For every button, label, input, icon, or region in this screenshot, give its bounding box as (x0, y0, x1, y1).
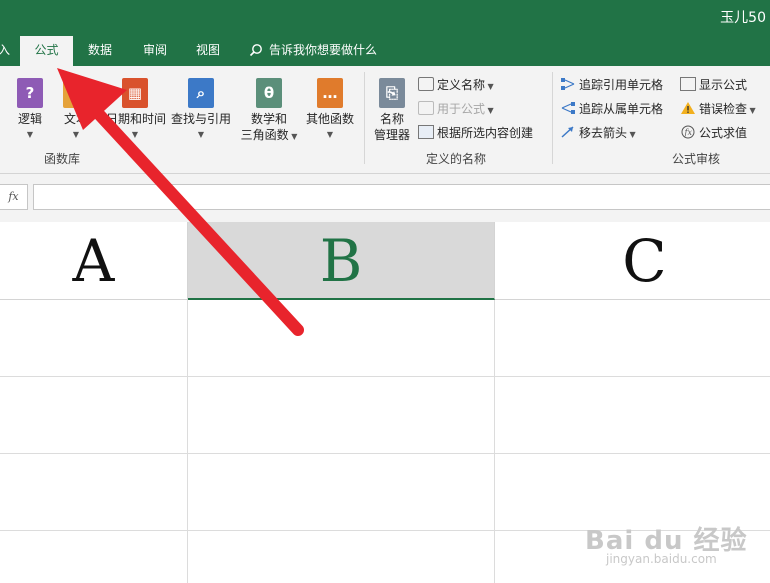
evaluate-formula-label: 公式求值 (699, 126, 748, 140)
cell[interactable] (0, 531, 188, 583)
chevron-down-icon: ▼ (26, 130, 34, 139)
cell[interactable] (188, 531, 495, 583)
trace-precedents-button[interactable]: 追踪引用单元格 (560, 76, 663, 94)
window-title: 玉儿50 (720, 10, 766, 26)
trace-precedents-label: 追踪引用单元格 (579, 78, 664, 92)
cell[interactable] (0, 300, 188, 377)
math-label-line2: 三角函数 (240, 128, 289, 142)
error-checking-label: 错误检查 (699, 102, 748, 116)
remove-arrows-button[interactable]: 移去箭头 ▼ (560, 124, 636, 144)
tell-me-text: 告诉我你想要做什么 (269, 43, 378, 57)
lookup-button[interactable]: ⌕ 查找与引用 ▼ (168, 78, 234, 143)
name-tag-icon: ⎘ (379, 78, 405, 108)
group-divider (552, 72, 553, 164)
title-bar: 玉儿50 插入 公式 数据 审阅 视图 告诉我你想要做什么 (0, 0, 770, 66)
tag-icon (418, 77, 434, 91)
trace-dependents-button[interactable]: 追踪从属单元格 (560, 100, 663, 118)
evaluate-formula-icon: fx (680, 125, 696, 139)
chevron-down-icon: ▼ (131, 130, 139, 139)
chevron-down-icon: ▼ (485, 106, 494, 115)
trace-dependents-icon (560, 101, 576, 115)
chevron-down-icon: ▼ (72, 130, 80, 139)
cell[interactable] (495, 377, 770, 454)
logical-button[interactable]: ? 逻辑 ▼ (12, 78, 48, 143)
create-from-selection-label: 根据所选内容创建 (437, 126, 534, 140)
cell[interactable] (0, 454, 188, 531)
trace-precedents-icon (560, 77, 576, 91)
group-divider (364, 72, 365, 164)
more-functions-button[interactable]: … 其他函数 ▼ (304, 78, 356, 143)
lookup-label: 查找与引用 (170, 112, 231, 126)
remove-arrows-icon (560, 125, 576, 139)
tab-insert[interactable]: 插入 (0, 36, 16, 66)
warning-icon (680, 101, 696, 115)
group-label-formula-auditing: 公式审核 (672, 152, 721, 166)
create-from-selection-button[interactable]: 根据所选内容创建 (418, 124, 533, 142)
create-from-selection-icon (418, 125, 434, 139)
datetime-button[interactable]: ▦ 日期和时间 ▼ (106, 78, 167, 143)
more-functions-icon: … (317, 78, 343, 108)
lightbulb-search-icon (249, 44, 262, 57)
cell[interactable] (495, 300, 770, 377)
group-label-function-library: 函数库 (44, 152, 81, 166)
group-label-defined-names: 定义的名称 (426, 152, 487, 166)
cell[interactable] (188, 454, 495, 531)
trace-dependents-label: 追踪从属单元格 (579, 102, 664, 116)
error-checking-button[interactable]: 错误检查 ▼ (680, 100, 756, 120)
more-functions-label: 其他函数 (305, 112, 354, 126)
formula-input[interactable] (33, 184, 770, 210)
insert-function-button[interactable]: fx (0, 184, 28, 210)
baidu-watermark-url: jingyan.baidu.com (606, 552, 717, 566)
use-in-formula-button[interactable]: 用于公式 ▼ (418, 100, 494, 120)
cell[interactable] (188, 377, 495, 454)
remove-arrows-label: 移去箭头 (579, 126, 628, 140)
chevron-down-icon: ▼ (747, 106, 756, 115)
logical-function-icon: ? (17, 78, 43, 108)
tab-formulas[interactable]: 公式 (20, 36, 73, 66)
text-button[interactable]: A 文本 ▼ (56, 78, 96, 143)
name-manager-button[interactable]: ⎘ 名称 管理器 (370, 78, 414, 143)
chevron-down-icon: ▼ (326, 130, 334, 139)
show-formulas-button[interactable]: 显示公式 (680, 76, 747, 94)
column-header-b[interactable]: B (188, 222, 495, 300)
tab-review[interactable]: 审阅 (137, 36, 173, 66)
formula-bar: fx (0, 174, 770, 222)
magnifier-book-icon: ⌕ (188, 78, 214, 108)
define-name-button[interactable]: 定义名称 ▼ (418, 76, 494, 96)
chevron-down-icon: ▼ (288, 132, 298, 141)
column-header-a[interactable]: A (0, 222, 188, 300)
logical-label: 逻辑 (17, 112, 42, 126)
cell[interactable] (0, 377, 188, 454)
name-manager-line2: 管理器 (373, 128, 410, 142)
define-name-label: 定义名称 (437, 78, 486, 92)
math-label-line1: 数学和 (250, 112, 287, 126)
show-formulas-icon (680, 77, 696, 91)
ribbon: ? 逻辑 ▼ A 文本 ▼ ▦ 日期和时间 ▼ ⌕ 查找与引用 ▼ θ 数学和 … (0, 66, 770, 174)
column-header-c[interactable]: C (495, 222, 770, 300)
svg-text:fx: fx (684, 128, 693, 137)
chevron-down-icon: ▼ (627, 130, 636, 139)
use-in-formula-icon (418, 101, 434, 115)
math-trig-button[interactable]: θ 数学和 三角函数 ▼ (238, 78, 300, 145)
show-formulas-label: 显示公式 (699, 78, 748, 92)
evaluate-formula-button[interactable]: fx 公式求值 (680, 124, 747, 142)
name-manager-line1: 名称 (379, 112, 404, 126)
text-function-icon: A (63, 78, 89, 108)
text-label: 文本 (63, 112, 88, 126)
chevron-down-icon: ▼ (485, 82, 494, 91)
cell[interactable] (188, 300, 495, 377)
chevron-down-icon: ▼ (197, 130, 205, 139)
theta-book-icon: θ (256, 78, 282, 108)
datetime-label: 日期和时间 (106, 112, 167, 126)
tell-me-search[interactable]: 告诉我你想要做什么 (249, 36, 377, 66)
tab-data[interactable]: 数据 (82, 36, 118, 66)
calendar-icon: ▦ (122, 78, 148, 108)
use-in-formula-label: 用于公式 (437, 102, 486, 116)
tab-view[interactable]: 视图 (190, 36, 226, 66)
